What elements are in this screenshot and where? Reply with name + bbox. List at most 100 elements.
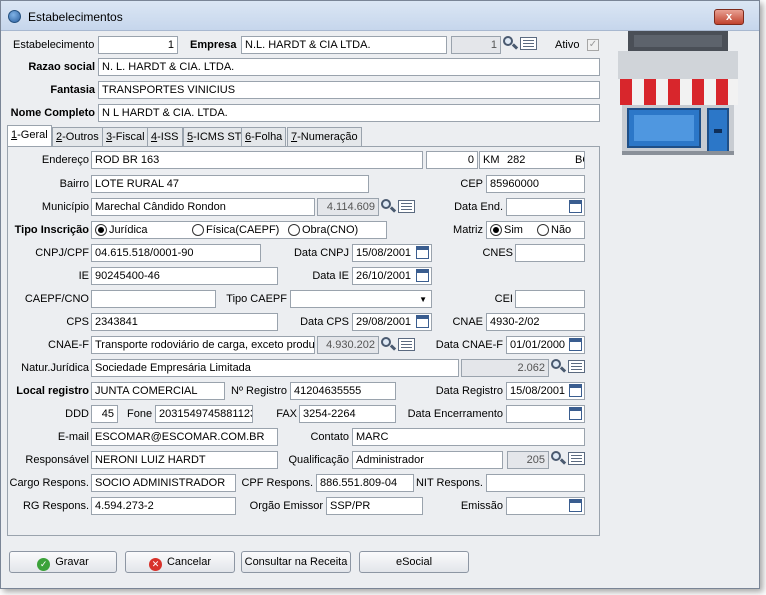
nome-completo-input[interactable]: N L HARDT & CIA. LTDA. — [98, 104, 600, 122]
fone-input[interactable]: 2031549745881123 — [155, 405, 253, 423]
municipio-list-icon[interactable] — [398, 200, 415, 213]
consultar-receita-button[interactable]: Consultar na Receita — [241, 551, 351, 573]
ie-label: IE — [78, 270, 89, 282]
data-end-calendar-icon[interactable] — [569, 200, 582, 213]
radio-matriz-nao[interactable] — [537, 224, 549, 236]
numero-input[interactable]: 0 — [426, 151, 478, 169]
establishment-window: Estabelecimentos x Estabelecimento 1 Emp… — [0, 0, 760, 589]
esocial-button[interactable]: eSocial — [359, 551, 469, 573]
tab-folha[interactable]: 6-Folha — [241, 127, 287, 146]
radio-juridica[interactable] — [95, 224, 107, 236]
empresa-search-icon[interactable] — [502, 35, 519, 52]
qualificacao-code: 205 — [507, 451, 549, 469]
window-title: Estabelecimentos — [28, 10, 123, 24]
cargo-label: Cargo Respons. — [9, 477, 90, 489]
close-button[interactable]: x — [714, 9, 744, 25]
radio-obra-label: Obra(CNO) — [302, 224, 359, 236]
cpf-responsavel-input[interactable]: 886.551.809-04 — [316, 474, 414, 492]
orgao-emissor-input[interactable]: SSP/PR — [326, 497, 423, 515]
gravar-button[interactable]: ✓ Gravar — [9, 551, 117, 573]
radio-obra[interactable] — [288, 224, 300, 236]
cep-input[interactable]: 85960000 — [486, 175, 585, 193]
fantasia-input[interactable]: TRANSPORTES VINICIUS — [98, 81, 600, 99]
cnaef-label: CNAE-F — [48, 339, 89, 351]
ativo-checkbox[interactable]: ✓ — [587, 39, 599, 51]
gravar-label: Gravar — [55, 556, 89, 568]
data-registro-label: Data Registro — [435, 385, 503, 397]
cnaef-input[interactable]: Transporte rodoviário de carga, exceto p… — [91, 336, 315, 354]
cnes-input[interactable] — [515, 244, 585, 262]
cancelar-button[interactable]: ✕ Cancelar — [125, 551, 235, 573]
email-input[interactable]: ESCOMAR@ESCOMAR.COM.BR — [91, 428, 278, 446]
cnes-label: CNES — [482, 247, 513, 259]
data-ie-calendar-icon[interactable] — [416, 269, 429, 282]
cnpj-input[interactable]: 04.615.518/0001-90 — [91, 244, 261, 262]
ie-input[interactable]: 90245400-46 — [91, 267, 278, 285]
data-cnpj-calendar-icon[interactable] — [416, 246, 429, 259]
empresa-label: Empresa — [190, 39, 237, 51]
matriz-label: Matriz — [453, 224, 483, 236]
nome-completo-label: Nome Completo — [10, 107, 95, 119]
qualificacao-search-icon[interactable] — [550, 450, 567, 467]
cps-input[interactable]: 2343841 — [91, 313, 278, 331]
km-input[interactable]: KM 282 BO — [479, 151, 585, 169]
razao-label: Razao social — [28, 61, 95, 73]
email-label: E-mail — [57, 431, 89, 443]
cargo-input[interactable]: SOCIO ADMINISTRADOR — [91, 474, 236, 492]
radio-juridica-label: Jurídica — [109, 224, 148, 236]
responsavel-label: Responsável — [25, 454, 89, 466]
endereco-input[interactable]: ROD BR 163 — [91, 151, 423, 169]
estabelecimento-input[interactable]: 1 — [98, 36, 178, 54]
bairro-label: Bairro — [59, 178, 89, 190]
app-icon — [8, 10, 21, 23]
chevron-down-icon: ▼ — [419, 295, 427, 304]
natur-juridica-label: Natur.Jurídica — [21, 362, 89, 374]
razao-input[interactable]: N. L. HARDT & CIA. LTDA. — [98, 58, 600, 76]
radio-fisica[interactable] — [192, 224, 204, 236]
fone-label: Fone — [127, 408, 153, 420]
emissao-calendar-icon[interactable] — [569, 499, 582, 512]
responsavel-input[interactable]: NERONI LUIZ HARDT — [91, 451, 278, 469]
cnaef-list-icon[interactable] — [398, 338, 415, 351]
nit-input[interactable] — [486, 474, 585, 492]
municipio-input[interactable]: Marechal Cândido Rondon — [91, 198, 315, 216]
empresa-list-icon[interactable] — [520, 37, 537, 50]
empresa-code: 1 — [451, 36, 501, 54]
data-registro-calendar-icon[interactable] — [569, 384, 582, 397]
radio-matriz-sim[interactable] — [490, 224, 502, 236]
tab-geral[interactable]: 1-Geral — [7, 125, 52, 147]
bairro-input[interactable]: LOTE RURAL 47 — [91, 175, 369, 193]
tab-numeracao[interactable]: 7-Numeração — [287, 127, 362, 146]
caepf-label: CAEPF/CNO — [24, 293, 89, 305]
nregistro-input[interactable]: 41204635555 — [290, 382, 396, 400]
tab-icms-st[interactable]: 5-ICMS ST — [183, 127, 246, 146]
cnaef-search-icon[interactable] — [380, 336, 397, 353]
cei-input[interactable] — [515, 290, 585, 308]
contato-input[interactable]: MARC — [352, 428, 585, 446]
tab-outros[interactable]: 2-Outros — [52, 127, 103, 146]
radio-matriz-sim-label: Sim — [504, 224, 523, 236]
qualificacao-list-icon[interactable] — [568, 452, 585, 465]
natur-list-icon[interactable] — [568, 360, 585, 373]
contato-label: Contato — [310, 431, 349, 443]
tipo-caepf-select[interactable]: ▼ — [290, 290, 432, 308]
cnae-label: CNAE — [452, 316, 483, 328]
data-cnaef-calendar-icon[interactable] — [569, 338, 582, 351]
tab-iss[interactable]: 4-ISS — [147, 127, 183, 146]
caepf-input[interactable] — [91, 290, 216, 308]
data-encerramento-calendar-icon[interactable] — [569, 407, 582, 420]
rg-input[interactable]: 4.594.273-2 — [91, 497, 236, 515]
qualificacao-input[interactable]: Administrador — [352, 451, 503, 469]
local-registro-input[interactable]: JUNTA COMERCIAL — [91, 382, 225, 400]
tab-fiscal[interactable]: 3-Fiscal — [102, 127, 149, 146]
cei-label: CEI — [494, 293, 513, 305]
fax-input[interactable]: 3254-2264 — [299, 405, 396, 423]
municipio-code: 4.114.609 — [317, 198, 379, 216]
cnae-input[interactable]: 4930-2/02 — [486, 313, 585, 331]
municipio-search-icon[interactable] — [380, 198, 397, 215]
ddd-input[interactable]: 45 — [91, 405, 118, 423]
local-registro-label: Local registro — [16, 385, 89, 397]
natur-juridica-input[interactable]: Sociedade Empresária Limitada — [91, 359, 459, 377]
natur-search-icon[interactable] — [550, 358, 567, 375]
empresa-input[interactable]: N.L. HARDT & CIA LTDA. — [241, 36, 447, 54]
